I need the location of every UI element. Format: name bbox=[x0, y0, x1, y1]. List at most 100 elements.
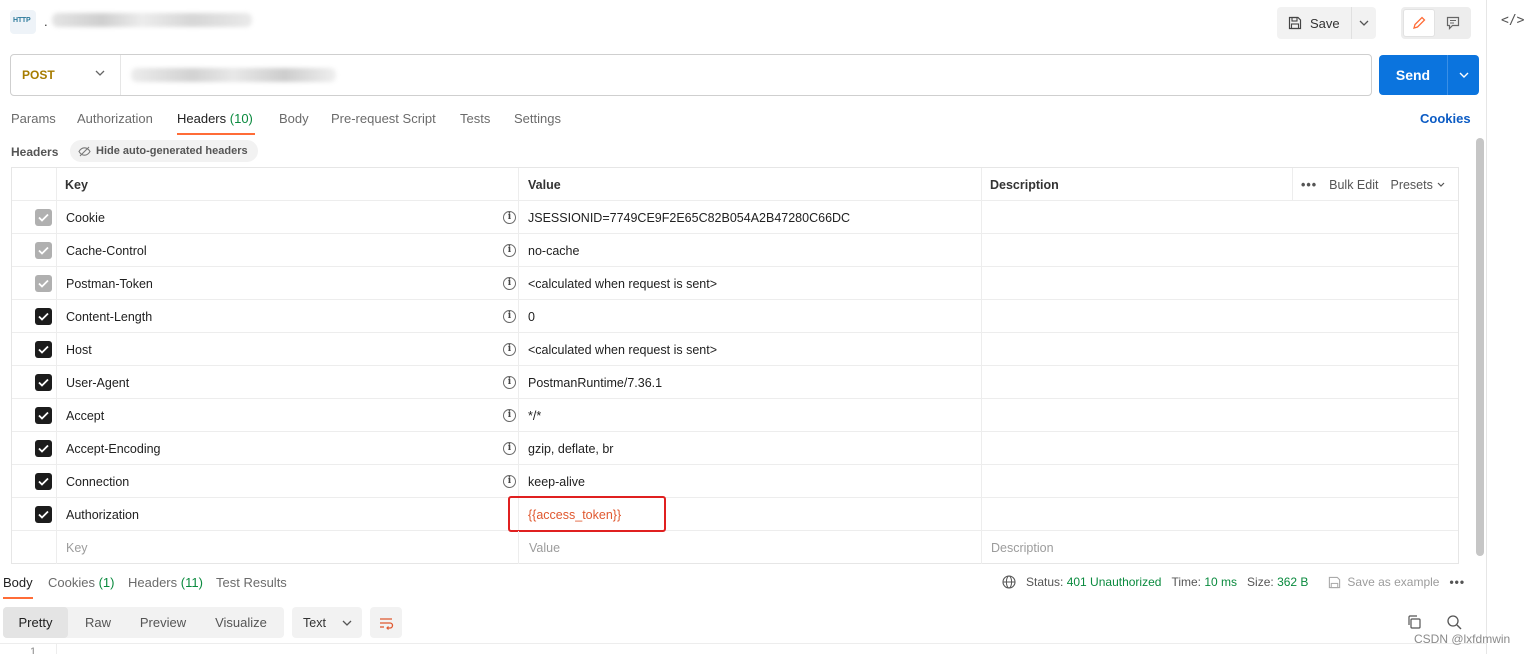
bulk-edit-button[interactable]: Bulk Edit bbox=[1329, 178, 1378, 192]
header-value-cell[interactable]: PostmanRuntime/7.36.1 bbox=[528, 366, 662, 399]
vertical-scrollbar[interactable] bbox=[1476, 138, 1484, 556]
header-key-cell[interactable]: User-Agent bbox=[66, 366, 129, 399]
view-raw[interactable]: Raw bbox=[68, 607, 128, 638]
chevron-down-icon bbox=[1459, 72, 1468, 78]
copy-icon[interactable] bbox=[1406, 614, 1422, 630]
view-visualize[interactable]: Visualize bbox=[198, 607, 284, 638]
tab-pre-request-script[interactable]: Pre-request Script bbox=[331, 111, 436, 126]
header-value-cell[interactable]: 0 bbox=[528, 300, 535, 333]
header-value-cell[interactable]: */* bbox=[528, 399, 541, 432]
save-as-example-button[interactable]: Save as example bbox=[1328, 575, 1439, 589]
column-divider bbox=[518, 531, 519, 564]
header-value-cell[interactable]: keep-alive bbox=[528, 465, 585, 498]
code-snippet-icon[interactable]: </> bbox=[1501, 13, 1524, 28]
status-indicator[interactable]: Status: 401 Unauthorized bbox=[1026, 575, 1161, 589]
column-divider bbox=[518, 300, 519, 332]
hide-auto-generated-headers-button[interactable]: Hide auto-generated headers bbox=[70, 140, 258, 162]
tab-tests[interactable]: Tests bbox=[460, 111, 490, 126]
row-enabled-checkbox[interactable] bbox=[35, 506, 52, 523]
header-key-cell[interactable]: Connection bbox=[66, 465, 129, 498]
tab-label: Headers bbox=[128, 575, 178, 590]
row-enabled-checkbox[interactable] bbox=[35, 473, 52, 490]
table-row: User-Agent i PostmanRuntime/7.36.1 bbox=[12, 366, 1458, 399]
info-icon[interactable]: i bbox=[503, 277, 516, 290]
new-value-input[interactable]: Value bbox=[529, 531, 560, 564]
header-key-cell[interactable]: Accept-Encoding bbox=[66, 432, 161, 465]
time-indicator[interactable]: Time: 10 ms bbox=[1171, 575, 1237, 589]
header-value-cell[interactable]: no-cache bbox=[528, 234, 579, 267]
column-divider bbox=[518, 399, 519, 431]
tab-authorization[interactable]: Authorization bbox=[77, 111, 153, 126]
send-options-button[interactable] bbox=[1447, 55, 1479, 95]
size-indicator[interactable]: Size: 362 B bbox=[1247, 575, 1308, 589]
header-key-cell[interactable]: Authorization bbox=[66, 498, 139, 531]
info-icon[interactable]: i bbox=[503, 376, 516, 389]
row-enabled-checkbox[interactable] bbox=[35, 341, 52, 358]
response-tab-headers[interactable]: Headers (11) bbox=[128, 575, 203, 590]
info-icon[interactable]: i bbox=[503, 343, 516, 356]
edit-mode-button[interactable] bbox=[1403, 9, 1435, 37]
time-value: 10 ms bbox=[1204, 575, 1238, 589]
info-icon[interactable]: i bbox=[503, 475, 516, 488]
header-key-cell[interactable]: Postman-Token bbox=[66, 267, 153, 300]
comments-button[interactable] bbox=[1437, 9, 1469, 37]
more-options-icon[interactable]: ••• bbox=[1449, 575, 1465, 589]
response-body-editor[interactable]: 1 bbox=[0, 643, 1486, 654]
row-enabled-checkbox[interactable] bbox=[35, 374, 52, 391]
tab-settings[interactable]: Settings bbox=[514, 111, 561, 126]
column-divider bbox=[518, 366, 519, 398]
info-icon[interactable]: i bbox=[503, 442, 516, 455]
request-name-redacted[interactable] bbox=[52, 13, 252, 27]
header-value-cell[interactable]: <calculated when request is sent> bbox=[528, 333, 717, 366]
response-tab-body[interactable]: Body bbox=[3, 575, 33, 590]
new-description-input[interactable]: Description bbox=[991, 531, 1054, 564]
header-value-cell[interactable]: JSESSIONID=7749CE9F2E65C82B054A2B47280C6… bbox=[528, 201, 850, 234]
header-key-cell[interactable]: Host bbox=[66, 333, 92, 366]
row-enabled-checkbox[interactable] bbox=[35, 440, 52, 457]
check-icon bbox=[38, 411, 49, 420]
row-enabled-checkbox[interactable] bbox=[35, 407, 52, 424]
response-tab-test-results[interactable]: Test Results bbox=[216, 575, 287, 590]
row-enabled-checkbox[interactable] bbox=[35, 275, 52, 292]
info-icon[interactable]: i bbox=[503, 310, 516, 323]
row-enabled-checkbox[interactable] bbox=[35, 308, 52, 325]
size-label: Size: bbox=[1247, 575, 1274, 589]
view-preview[interactable]: Preview bbox=[128, 607, 198, 638]
presets-dropdown[interactable]: Presets bbox=[1390, 178, 1445, 192]
info-icon[interactable]: i bbox=[503, 211, 516, 224]
check-icon bbox=[38, 279, 49, 288]
pencil-icon bbox=[1413, 16, 1426, 29]
tab-body[interactable]: Body bbox=[279, 111, 309, 126]
header-key-cell[interactable]: Accept bbox=[66, 399, 104, 432]
cookies-link[interactable]: Cookies bbox=[1420, 111, 1471, 126]
tab-headers[interactable]: Headers (10) bbox=[177, 111, 253, 126]
save-options-button[interactable] bbox=[1351, 7, 1376, 39]
top-bar: HTTP . Save bbox=[0, 0, 1486, 46]
info-icon[interactable]: i bbox=[503, 409, 516, 422]
wrap-lines-button[interactable] bbox=[370, 607, 402, 638]
url-input-redacted[interactable] bbox=[131, 68, 336, 82]
info-icon[interactable]: i bbox=[503, 244, 516, 257]
header-key-cell[interactable]: Cookie bbox=[66, 201, 105, 234]
response-format-select[interactable]: Text bbox=[292, 607, 362, 638]
view-pretty[interactable]: Pretty bbox=[3, 607, 68, 638]
tab-label: Body bbox=[3, 575, 33, 590]
header-value-cell[interactable]: gzip, deflate, br bbox=[528, 432, 613, 465]
column-divider bbox=[981, 168, 982, 200]
globe-icon[interactable] bbox=[1002, 575, 1016, 589]
header-key-cell[interactable]: Cache-Control bbox=[66, 234, 147, 267]
save-button[interactable]: Save bbox=[1277, 7, 1351, 39]
new-key-input[interactable]: Key bbox=[66, 531, 88, 564]
more-options-icon[interactable]: ••• bbox=[1301, 178, 1317, 192]
column-divider bbox=[981, 399, 982, 431]
response-tab-cookies[interactable]: Cookies (1) bbox=[48, 575, 114, 590]
header-key-cell[interactable]: Content-Length bbox=[66, 300, 152, 333]
row-enabled-checkbox[interactable] bbox=[35, 209, 52, 226]
tab-params[interactable]: Params bbox=[11, 111, 56, 126]
row-enabled-checkbox[interactable] bbox=[35, 242, 52, 259]
header-value-cell[interactable]: <calculated when request is sent> bbox=[528, 267, 717, 300]
column-divider bbox=[518, 234, 519, 266]
send-button[interactable]: Send bbox=[1379, 55, 1447, 95]
search-icon[interactable] bbox=[1446, 614, 1462, 630]
method-select[interactable]: POST bbox=[11, 55, 121, 95]
